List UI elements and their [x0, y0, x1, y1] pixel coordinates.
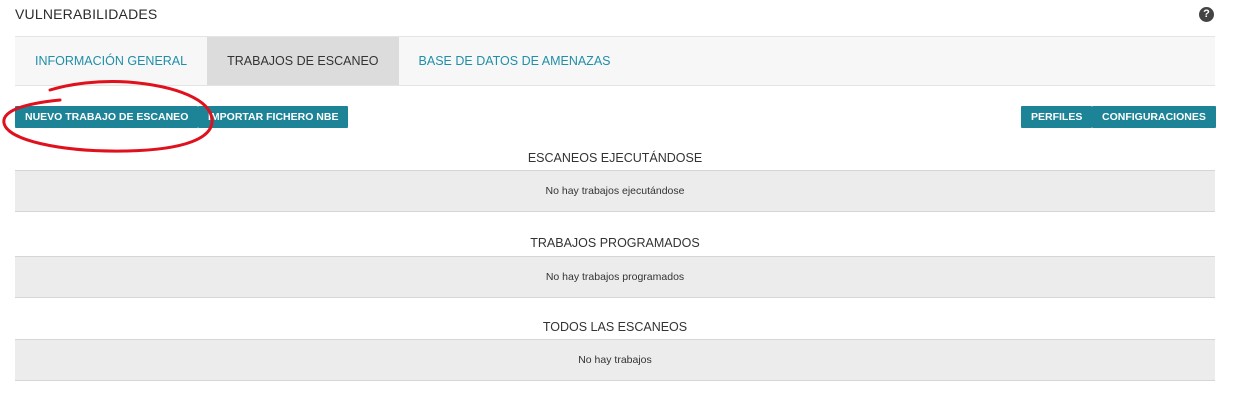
scheduled-jobs-title: TRABAJOS PROGRAMADOS: [530, 236, 700, 250]
all-scans-empty-row: No hay trabajos: [15, 339, 1215, 381]
tab-general-information[interactable]: INFORMACIÓN GENERAL: [15, 37, 207, 85]
configurations-button[interactable]: CONFIGURACIONES: [1092, 106, 1216, 128]
import-nbe-button[interactable]: IMPORTAR FICHERO NBE: [198, 106, 349, 128]
tab-scan-jobs[interactable]: TRABAJOS DE ESCANEO: [207, 37, 399, 85]
profiles-button[interactable]: PERFILES: [1021, 106, 1093, 128]
scheduled-jobs-empty-row: No hay trabajos programados: [15, 256, 1215, 298]
running-scans-title: ESCANEOS EJECUTÁNDOSE: [527, 151, 703, 165]
vulnerabilities-page: VULNERABILIDADES ? INFORMACIÓN GENERAL T…: [0, 0, 1257, 401]
help-icon[interactable]: ?: [1199, 7, 1214, 22]
running-scans-empty-row: No hay trabajos ejecutándose: [15, 170, 1215, 212]
new-scan-job-button[interactable]: NUEVO TRABAJO DE ESCANEO: [15, 106, 199, 128]
all-scans-title: TODOS LAS ESCANEOS: [542, 320, 688, 334]
tab-threat-database[interactable]: BASE DE DATOS DE AMENAZAS: [399, 37, 631, 85]
tab-bar: INFORMACIÓN GENERAL TRABAJOS DE ESCANEO …: [15, 36, 1215, 86]
page-title: VULNERABILIDADES: [15, 6, 158, 22]
